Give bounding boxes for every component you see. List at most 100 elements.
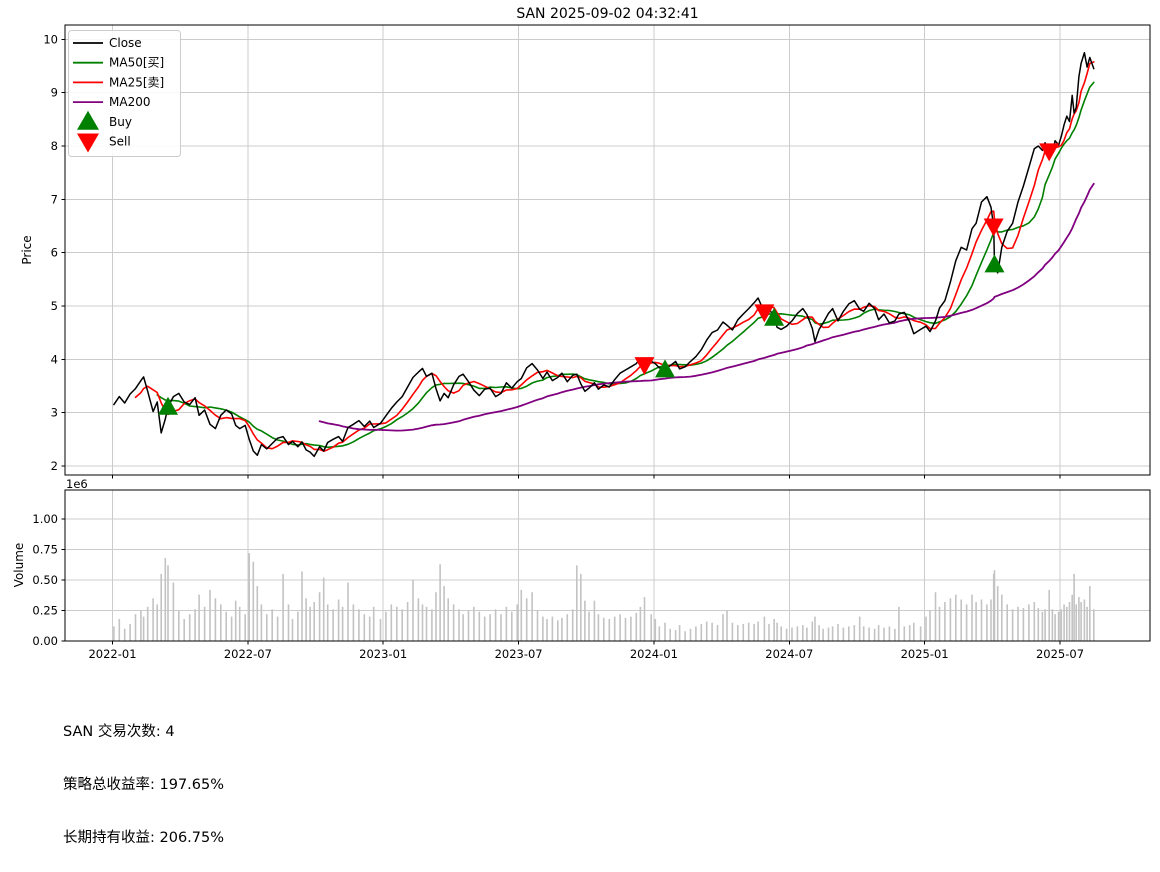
volume-bar [868, 627, 870, 641]
volume-bar [478, 611, 481, 641]
sell-marker [634, 357, 655, 376]
volume-bar [613, 616, 616, 641]
grid-lines [65, 25, 1150, 642]
x-tick-label: 2025-01 [901, 647, 949, 661]
volume-bar [1044, 609, 1046, 641]
x-tick-label: 2023-07 [495, 647, 543, 661]
volume-bar [531, 592, 533, 641]
volume-bar [806, 627, 808, 641]
volume-bar [814, 616, 816, 641]
volume-bar [678, 625, 681, 641]
volume-bar [546, 619, 548, 641]
volume-bar [244, 614, 246, 641]
volume-bar [520, 589, 523, 641]
legend: Close MA50[买] MA25[卖] MA200 Buy Sell [68, 30, 181, 157]
volume-bar [322, 577, 325, 641]
volume-bar [203, 606, 206, 641]
volume-tick-label: 0.25 [32, 604, 58, 618]
volume-bar [695, 626, 697, 641]
volume-bar [689, 628, 692, 641]
volume-bar [462, 614, 464, 641]
volume-bar [489, 614, 491, 641]
volume-bar [318, 592, 321, 641]
volume-bar [160, 573, 162, 641]
volume-bar [435, 592, 437, 641]
volume-bar [619, 614, 621, 641]
price-tick-label: 6 [51, 246, 58, 260]
volume-bar [913, 622, 915, 641]
volume-bar [1075, 604, 1077, 641]
volume-bar [266, 614, 268, 641]
volume-bar [993, 570, 996, 641]
volume-bar [276, 616, 279, 641]
volume-bar [1022, 608, 1025, 641]
volume-bar [597, 614, 600, 641]
volume-bar [938, 606, 941, 641]
volume-bar [220, 604, 222, 641]
volume-bar [396, 606, 398, 641]
volume-bar [152, 598, 154, 641]
volume-bar [785, 628, 788, 641]
volume-bar [791, 627, 793, 641]
volume-bar [297, 611, 299, 641]
volume-bar [827, 627, 830, 641]
volume-bar [183, 619, 185, 641]
volume-bar [188, 614, 191, 641]
close-line [113, 51, 1095, 458]
tick-labels: 2022-01 2022-07 2023-01 2023-07 2024-01 2024-… [32, 32, 1084, 661]
volume-bar [669, 628, 671, 641]
volume-bar [421, 604, 424, 641]
legend-label: Sell [109, 135, 131, 149]
volume-bar [566, 614, 569, 641]
volume-bar [716, 625, 719, 641]
volume-bar [608, 619, 611, 641]
volume-bar [888, 626, 891, 641]
volume-bar [406, 602, 409, 641]
volume-bar [1093, 609, 1095, 641]
volume-bar [780, 626, 782, 641]
volume-bar [347, 582, 349, 641]
volume-bar [873, 628, 876, 641]
legend-label: MA50[买] [109, 56, 164, 70]
volume-bar [256, 586, 259, 641]
volume-bar [129, 623, 131, 641]
price-tick-label: 10 [43, 32, 58, 46]
ma25-line [134, 61, 1095, 453]
volume-bar [1066, 606, 1068, 641]
volume-bar [118, 619, 121, 641]
volume-bar [929, 610, 931, 641]
volume-bar [684, 631, 686, 641]
volume-bar [1071, 594, 1073, 641]
volume-bar [164, 558, 167, 641]
volume-bar [417, 598, 420, 641]
volume-bar [198, 594, 200, 641]
volume-bar [452, 604, 455, 641]
x-tick-label: 2022-01 [88, 647, 136, 661]
volume-bar [576, 565, 578, 641]
volume-bar [194, 609, 196, 641]
volume-bar [542, 616, 544, 641]
volume-bar [1033, 602, 1036, 641]
volume-bar [919, 626, 922, 641]
volume-bar [172, 582, 175, 641]
volume-bar [858, 616, 861, 641]
volume-bar [443, 586, 445, 641]
buy-marker [984, 254, 1005, 273]
legend-label: MA25[卖] [109, 75, 164, 89]
volume-bar [390, 604, 393, 641]
volume-bar [1078, 597, 1080, 641]
volume-bar [385, 611, 387, 641]
volume-bar [337, 599, 340, 641]
volume-bar [439, 564, 441, 641]
volume-bar [1051, 609, 1054, 641]
volume-bar [525, 598, 528, 641]
volume-bar [624, 617, 627, 641]
volume-bar [658, 626, 661, 641]
volume-bar [536, 610, 539, 641]
volume-bar [1060, 609, 1063, 641]
volume-bar [458, 609, 460, 641]
volume-bar [230, 616, 233, 641]
volume-bar [282, 573, 284, 641]
sell-marker [983, 218, 1004, 237]
price-tick-label: 5 [51, 299, 58, 313]
